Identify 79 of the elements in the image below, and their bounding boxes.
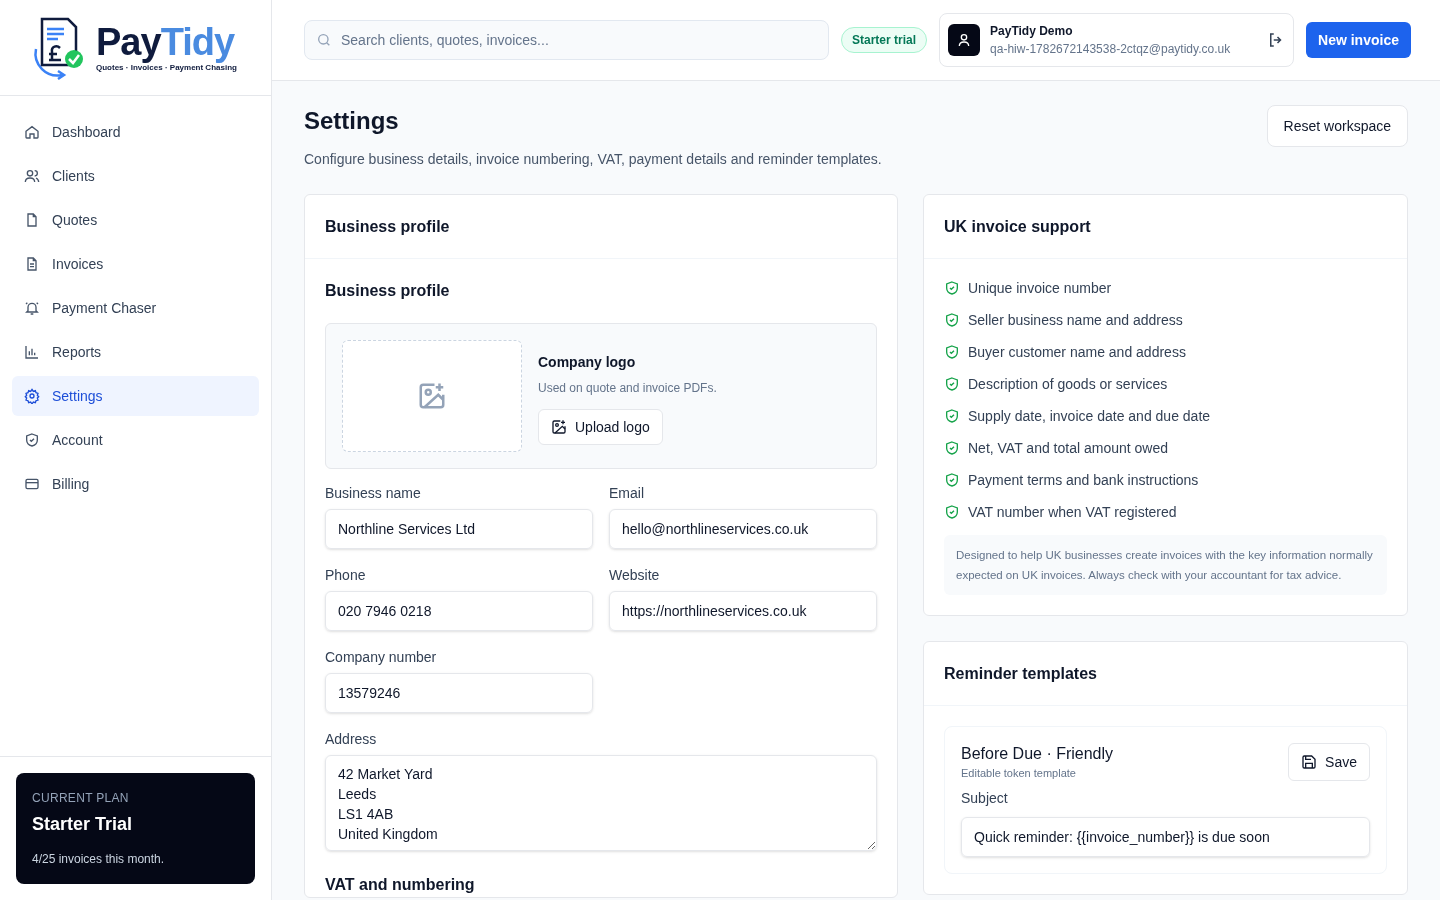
new-invoice-button[interactable]: New invoice xyxy=(1306,22,1411,58)
shield-check-icon xyxy=(944,344,960,360)
plan-eyebrow: CURRENT PLAN xyxy=(32,790,130,807)
requirement-text: Description of goods or services xyxy=(968,375,1168,393)
plan-name: Starter Trial xyxy=(32,813,134,836)
requirement-text: Payment terms and bank instructions xyxy=(968,471,1199,489)
plan-usage: 4/25 invoices this month. xyxy=(32,851,166,868)
card-title: Reminder templates xyxy=(944,663,1097,684)
nav-item[interactable]: Invoices xyxy=(12,244,259,284)
address-field[interactable]: 42 Market Yard Leeds LS1 4AB United Kingdom xyxy=(325,755,877,851)
card-icon xyxy=(24,476,40,492)
brand-word: Pay xyxy=(96,21,161,62)
nav-item[interactable]: Quotes xyxy=(12,200,259,240)
text-field[interactable]: https://northlineservices.co.uk xyxy=(609,591,877,631)
reset-workspace-button[interactable]: Reset workspace xyxy=(1266,105,1408,147)
field-label: Email xyxy=(609,485,645,501)
bell-icon xyxy=(24,300,40,316)
nav-item[interactable]: Billing xyxy=(12,464,259,504)
requirement-text: Supply date, invoice date and due date xyxy=(968,407,1211,425)
field-label: Subject xyxy=(961,788,1009,808)
nav-item[interactable]: Reports xyxy=(12,332,259,372)
field-label: Business name xyxy=(325,485,422,501)
user-email: qa-hiw-1782672143538-2ctqz@paytidy.co.uk xyxy=(990,41,1232,58)
nav-item[interactable]: Payment Chaser xyxy=(12,288,259,328)
page-subtitle: Configure business details, invoice numbering, VAT, payment details and reminder templates. xyxy=(304,150,882,169)
users-icon xyxy=(24,168,40,184)
shield-check-icon xyxy=(944,280,960,296)
requirement-text: Unique invoice number xyxy=(968,279,1112,297)
save-icon xyxy=(1301,754,1318,770)
shield-check-icon xyxy=(944,504,960,520)
field-label: Company number xyxy=(325,649,438,665)
requirement-text: Net, VAT and total amount owed xyxy=(968,439,1168,457)
search-icon xyxy=(316,32,332,48)
trial-badge: Starter trial xyxy=(841,27,928,53)
shield-check-icon xyxy=(944,472,960,488)
file-icon xyxy=(24,212,40,228)
document-icon xyxy=(24,256,40,272)
section-title: VAT and numbering xyxy=(325,875,476,895)
text-field[interactable]: 020 7946 0218 xyxy=(325,591,593,631)
logo-hint: Used on quote and invoice PDFs. xyxy=(538,380,717,397)
requirement-text: VAT number when VAT registered xyxy=(968,503,1177,521)
shield-check-icon xyxy=(944,376,960,392)
text-field[interactable]: hello@northlineservices.co.uk xyxy=(609,509,877,549)
bar-chart-icon xyxy=(24,344,40,360)
nav-item[interactable]: Account xyxy=(12,420,259,460)
home-icon xyxy=(24,124,40,140)
requirement-text: Seller business name and address xyxy=(968,311,1183,329)
nav-item[interactable]: Clients xyxy=(12,156,259,196)
search-field[interactable]: Search clients, quotes, invoices... xyxy=(304,20,829,60)
nav-item[interactable]: Dashboard xyxy=(12,112,259,152)
shield-icon xyxy=(24,432,40,448)
info-note: Designed to help UK businesses create invoices with the key information normally expected on UK invoices. Always check with your accountant for tax advice. xyxy=(944,535,1387,595)
shield-check-icon xyxy=(944,408,960,424)
template-subtitle: Editable token template xyxy=(961,766,1077,781)
requirement-text: Buyer customer name and address xyxy=(968,343,1186,361)
user-name: PayTidy Demo xyxy=(990,23,1074,40)
text-field[interactable]: 13579246 xyxy=(325,673,593,713)
section-title: Business profile xyxy=(325,281,451,301)
save-button[interactable]: Save xyxy=(1288,743,1370,781)
shield-check-icon xyxy=(944,440,960,456)
shield-check-icon xyxy=(944,312,960,328)
card-title: Business profile xyxy=(325,216,450,237)
upload-logo-button[interactable]: Upload logo xyxy=(538,409,663,445)
logo-title: Company logo xyxy=(538,353,637,372)
page-title: Settings xyxy=(304,106,400,136)
image-add-icon xyxy=(417,381,447,411)
card-title: UK invoice support xyxy=(944,216,1091,237)
text-field[interactable]: Northline Services Ltd xyxy=(325,509,593,549)
image-add-icon xyxy=(551,419,567,435)
template-title: Before Due · Friendly xyxy=(961,744,1114,764)
field-label: Phone xyxy=(325,567,367,583)
field-label: Website xyxy=(609,567,661,583)
avatar-icon xyxy=(948,24,981,56)
subject-field[interactable]: Quick reminder: {{invoice_number}} is due soon xyxy=(961,816,1370,857)
brand-tagline: Quotes · Invoices · Payment Chasing xyxy=(96,62,237,74)
field-label: Address xyxy=(325,731,378,747)
brand-word: Tidy xyxy=(160,21,235,62)
nav-item[interactable]: Settings xyxy=(12,376,259,416)
settings-icon xyxy=(24,388,40,404)
